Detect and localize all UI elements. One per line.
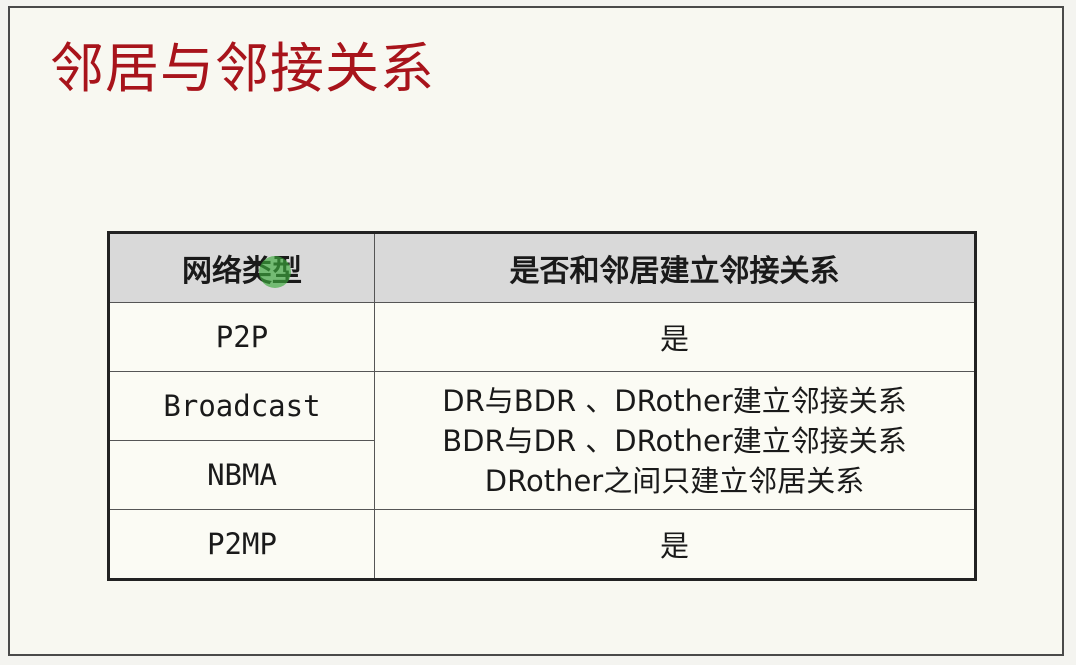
slide: 邻居与邻接关系 网络类型 是否和邻居建立邻接关系 P2P 是 Broadcast… xyxy=(8,6,1064,656)
slide-title: 邻居与邻接关系 xyxy=(50,37,435,100)
merged-line: BDR与DR 、DRother建立邻接关系 xyxy=(442,423,907,458)
table-row: P2MP 是 xyxy=(108,509,976,580)
cell-adjacency: 是 xyxy=(374,509,976,580)
cell-network: NBMA xyxy=(108,440,375,510)
cell-network: P2P xyxy=(108,302,375,372)
cell-network: P2MP xyxy=(108,509,375,580)
adjacency-table: 网络类型 是否和邻居建立邻接关系 P2P 是 Broadcast DR与BDR … xyxy=(107,231,977,581)
cell-adjacency-merged: DR与BDR 、DRother建立邻接关系 BDR与DR 、DRother建立邻… xyxy=(374,371,976,510)
header-network-type: 网络类型 xyxy=(108,232,375,303)
table-row: Broadcast DR与BDR 、DRother建立邻接关系 BDR与DR 、… xyxy=(108,371,976,510)
merged-line: DRother之间只建立邻居关系 xyxy=(484,463,865,498)
table-header-row: 网络类型 是否和邻居建立邻接关系 xyxy=(108,232,976,303)
merged-line: DR与BDR 、DRother建立邻接关系 xyxy=(442,383,907,418)
cell-network: Broadcast xyxy=(108,371,375,441)
table-row: P2P 是 xyxy=(108,302,976,372)
cell-adjacency: 是 xyxy=(374,302,976,372)
cursor-highlight-icon xyxy=(259,256,291,288)
header-adjacency: 是否和邻居建立邻接关系 xyxy=(374,232,976,303)
